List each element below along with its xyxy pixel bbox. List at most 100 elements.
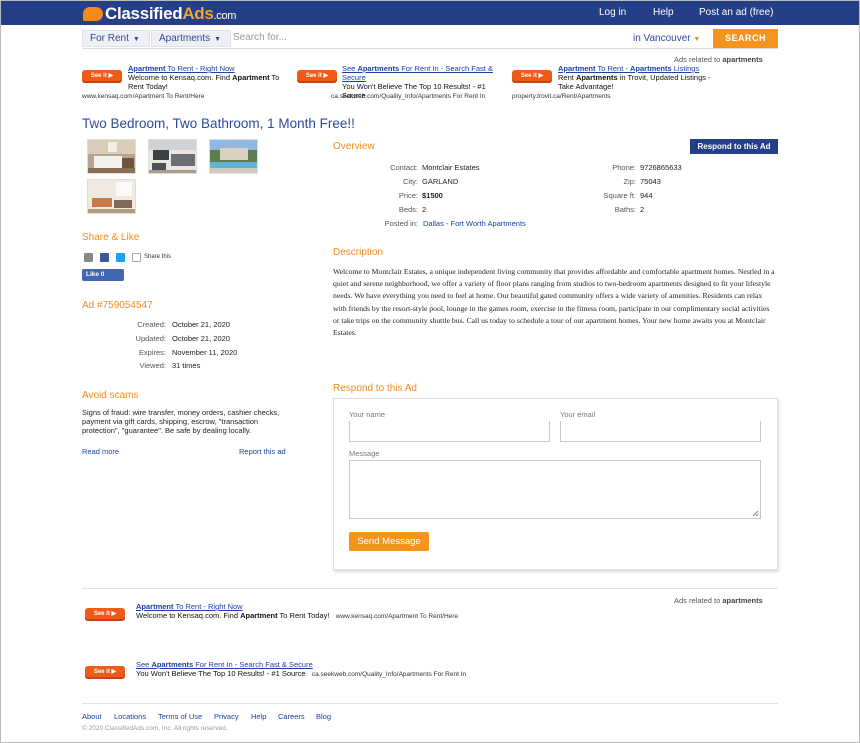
baths-value: 2 xyxy=(640,205,645,214)
share-icon[interactable] xyxy=(132,253,141,262)
ads-related-label: Ads related to apartments xyxy=(674,596,763,605)
share-this-link[interactable]: Share this xyxy=(144,254,171,260)
ad-url: www.kensaq.com/Apartment To Rent/Here xyxy=(335,613,459,620)
ads-related-label: Ads related to apartments xyxy=(674,55,763,64)
login-link[interactable]: Log in xyxy=(599,7,626,18)
footer-link-privacy[interactable]: Privacy xyxy=(214,712,239,721)
listing-title: Two Bedroom, Two Bathroom, 1 Month Free!… xyxy=(82,116,355,131)
price-value: $1500 xyxy=(422,191,443,200)
posted-in-label: Posted in: xyxy=(384,219,418,228)
search-bar: For Rent ▼ Apartments ▼ Search for... in V… xyxy=(82,29,778,49)
subcategory-select[interactable]: Apartments ▼ xyxy=(151,30,231,47)
report-ad-link[interactable]: Report this ad xyxy=(239,447,286,456)
send-message-button[interactable]: Send Message xyxy=(349,532,429,551)
read-more-link[interactable]: Read more xyxy=(82,447,119,456)
see-it-button[interactable]: See it ▶ xyxy=(297,70,337,83)
ad-url: ca.seekweb.com/Quality_Info/Apartments F… xyxy=(311,671,467,678)
sponsored-ad: Apartment To Rent - Right Now Welcome to… xyxy=(136,602,459,620)
facebook-like-button[interactable]: Like 0 xyxy=(82,269,124,281)
respond-form-heading: Respond to this Ad xyxy=(333,383,417,394)
ad-title-link[interactable]: Apartment To Rent - Right Now xyxy=(128,64,235,73)
name-label: Your name xyxy=(349,410,385,419)
listing-photo[interactable] xyxy=(148,139,197,174)
beds-label: Beds: xyxy=(398,205,418,214)
price-label: Price: xyxy=(398,191,418,200)
name-input[interactable] xyxy=(349,421,550,442)
ad-title-link[interactable]: See Apartments For Rent In - Search Fast… xyxy=(342,64,493,82)
overview-heading: Overview xyxy=(333,141,375,152)
chevron-down-icon: ▼ xyxy=(214,36,222,43)
avoid-scams-heading: Avoid scams xyxy=(82,390,139,401)
listing-photo[interactable] xyxy=(87,179,136,214)
created-label: Created: xyxy=(137,320,166,329)
updated-label: Updated: xyxy=(135,334,166,343)
footer-link-about[interactable]: About xyxy=(82,712,102,721)
chevron-down-icon: ▼ xyxy=(132,36,140,43)
contact-value: Montclair Estates xyxy=(422,163,480,172)
zip-label: Zip: xyxy=(623,177,636,186)
help-link[interactable]: Help xyxy=(653,7,674,18)
footer-link-careers[interactable]: Careers xyxy=(278,712,305,721)
twitter-icon[interactable] xyxy=(116,253,125,262)
facebook-icon[interactable] xyxy=(100,253,109,262)
ad-number-heading: Ad #759054547 xyxy=(82,300,153,311)
updated-value: October 21, 2020 xyxy=(172,334,230,343)
ad-url: ca.seekweb.com/Quality_Info/Apartments F… xyxy=(331,93,486,100)
resize-handle-icon[interactable] xyxy=(752,510,759,517)
footer-link-help[interactable]: Help xyxy=(251,712,266,721)
listing-photo[interactable] xyxy=(87,139,136,174)
location-select[interactable]: in Vancouver ▼ xyxy=(633,33,700,44)
ad-title-link[interactable]: Apartment To Rent - Apartments Listings xyxy=(558,64,699,73)
footer-link-terms[interactable]: Terms of Use xyxy=(158,712,202,721)
respond-to-ad-button[interactable]: Respond to this Ad xyxy=(690,139,778,154)
beds-value: 2 xyxy=(422,205,427,214)
listing-photo[interactable] xyxy=(209,139,258,174)
section-divider xyxy=(82,588,778,589)
category-select[interactable]: For Rent ▼ xyxy=(82,30,150,47)
search-input[interactable]: Search for... xyxy=(233,32,287,43)
city-value: GARLAND xyxy=(422,177,459,186)
post-ad-link[interactable]: Post an ad (free) xyxy=(699,7,773,18)
scam-warning-text: Signs of fraud: wire transfer, money ord… xyxy=(82,408,280,435)
see-it-button[interactable]: See it ▶ xyxy=(512,70,552,83)
top-navigation-bar: ClassifiedAds.com Log in Help Post an ad… xyxy=(1,1,859,25)
see-it-button[interactable]: See it ▶ xyxy=(85,608,125,621)
share-heading: Share & Like xyxy=(82,232,140,243)
sqft-value: 944 xyxy=(640,191,653,200)
chat-bubble-icon xyxy=(83,7,103,21)
city-label: City: xyxy=(403,177,418,186)
search-button[interactable]: SEARCH xyxy=(713,29,778,48)
viewed-value: 31 times xyxy=(172,361,201,370)
description-text: Welcome to Montclair Estates, a unique i… xyxy=(333,267,775,338)
ad-title-link[interactable]: Apartment To Rent - Right Now xyxy=(136,602,243,611)
footer-divider xyxy=(82,703,778,704)
see-it-button[interactable]: See it ▶ xyxy=(82,70,122,83)
viewed-label: Viewed: xyxy=(139,361,166,370)
sponsored-ad: Apartment To Rent - Right Now Welcome to… xyxy=(128,64,280,91)
expires-value: November 11, 2020 xyxy=(172,348,238,357)
expires-label: Expires: xyxy=(138,348,166,357)
footer-link-locations[interactable]: Locations xyxy=(114,712,146,721)
phone-label: Phone: xyxy=(612,163,636,172)
see-it-button[interactable]: See it ▶ xyxy=(85,666,125,679)
message-textarea[interactable] xyxy=(349,460,761,519)
posted-in-link[interactable]: Dallas - Fort Worth Apartments xyxy=(423,219,526,228)
ad-title-link[interactable]: See Apartments For Rent In - Search Fast… xyxy=(136,660,313,669)
ad-url: www.kensaq.com/Apartment To Rent/Here xyxy=(82,93,205,100)
created-value: October 21, 2020 xyxy=(172,320,230,329)
email-label: Your email xyxy=(560,410,596,419)
sqft-label: Square ft: xyxy=(603,191,636,200)
footer-link-blog[interactable]: Blog xyxy=(316,712,331,721)
contact-label: Contact: xyxy=(390,163,418,172)
description-heading: Description xyxy=(333,247,384,258)
chevron-down-icon: ▼ xyxy=(693,36,701,43)
email-icon[interactable] xyxy=(84,253,93,262)
phone-value: 9726865633 xyxy=(640,163,682,172)
copyright-text: © 2020 ClassifiedAds.com, Inc. All right… xyxy=(82,725,228,732)
site-logo[interactable]: ClassifiedAds.com xyxy=(83,4,236,24)
baths-label: Baths: xyxy=(614,205,636,214)
message-label: Message xyxy=(349,449,380,458)
sponsored-ad: Apartment To Rent - Apartments Listings … xyxy=(558,64,711,91)
email-input[interactable] xyxy=(560,421,761,442)
page-frame xyxy=(0,0,860,743)
